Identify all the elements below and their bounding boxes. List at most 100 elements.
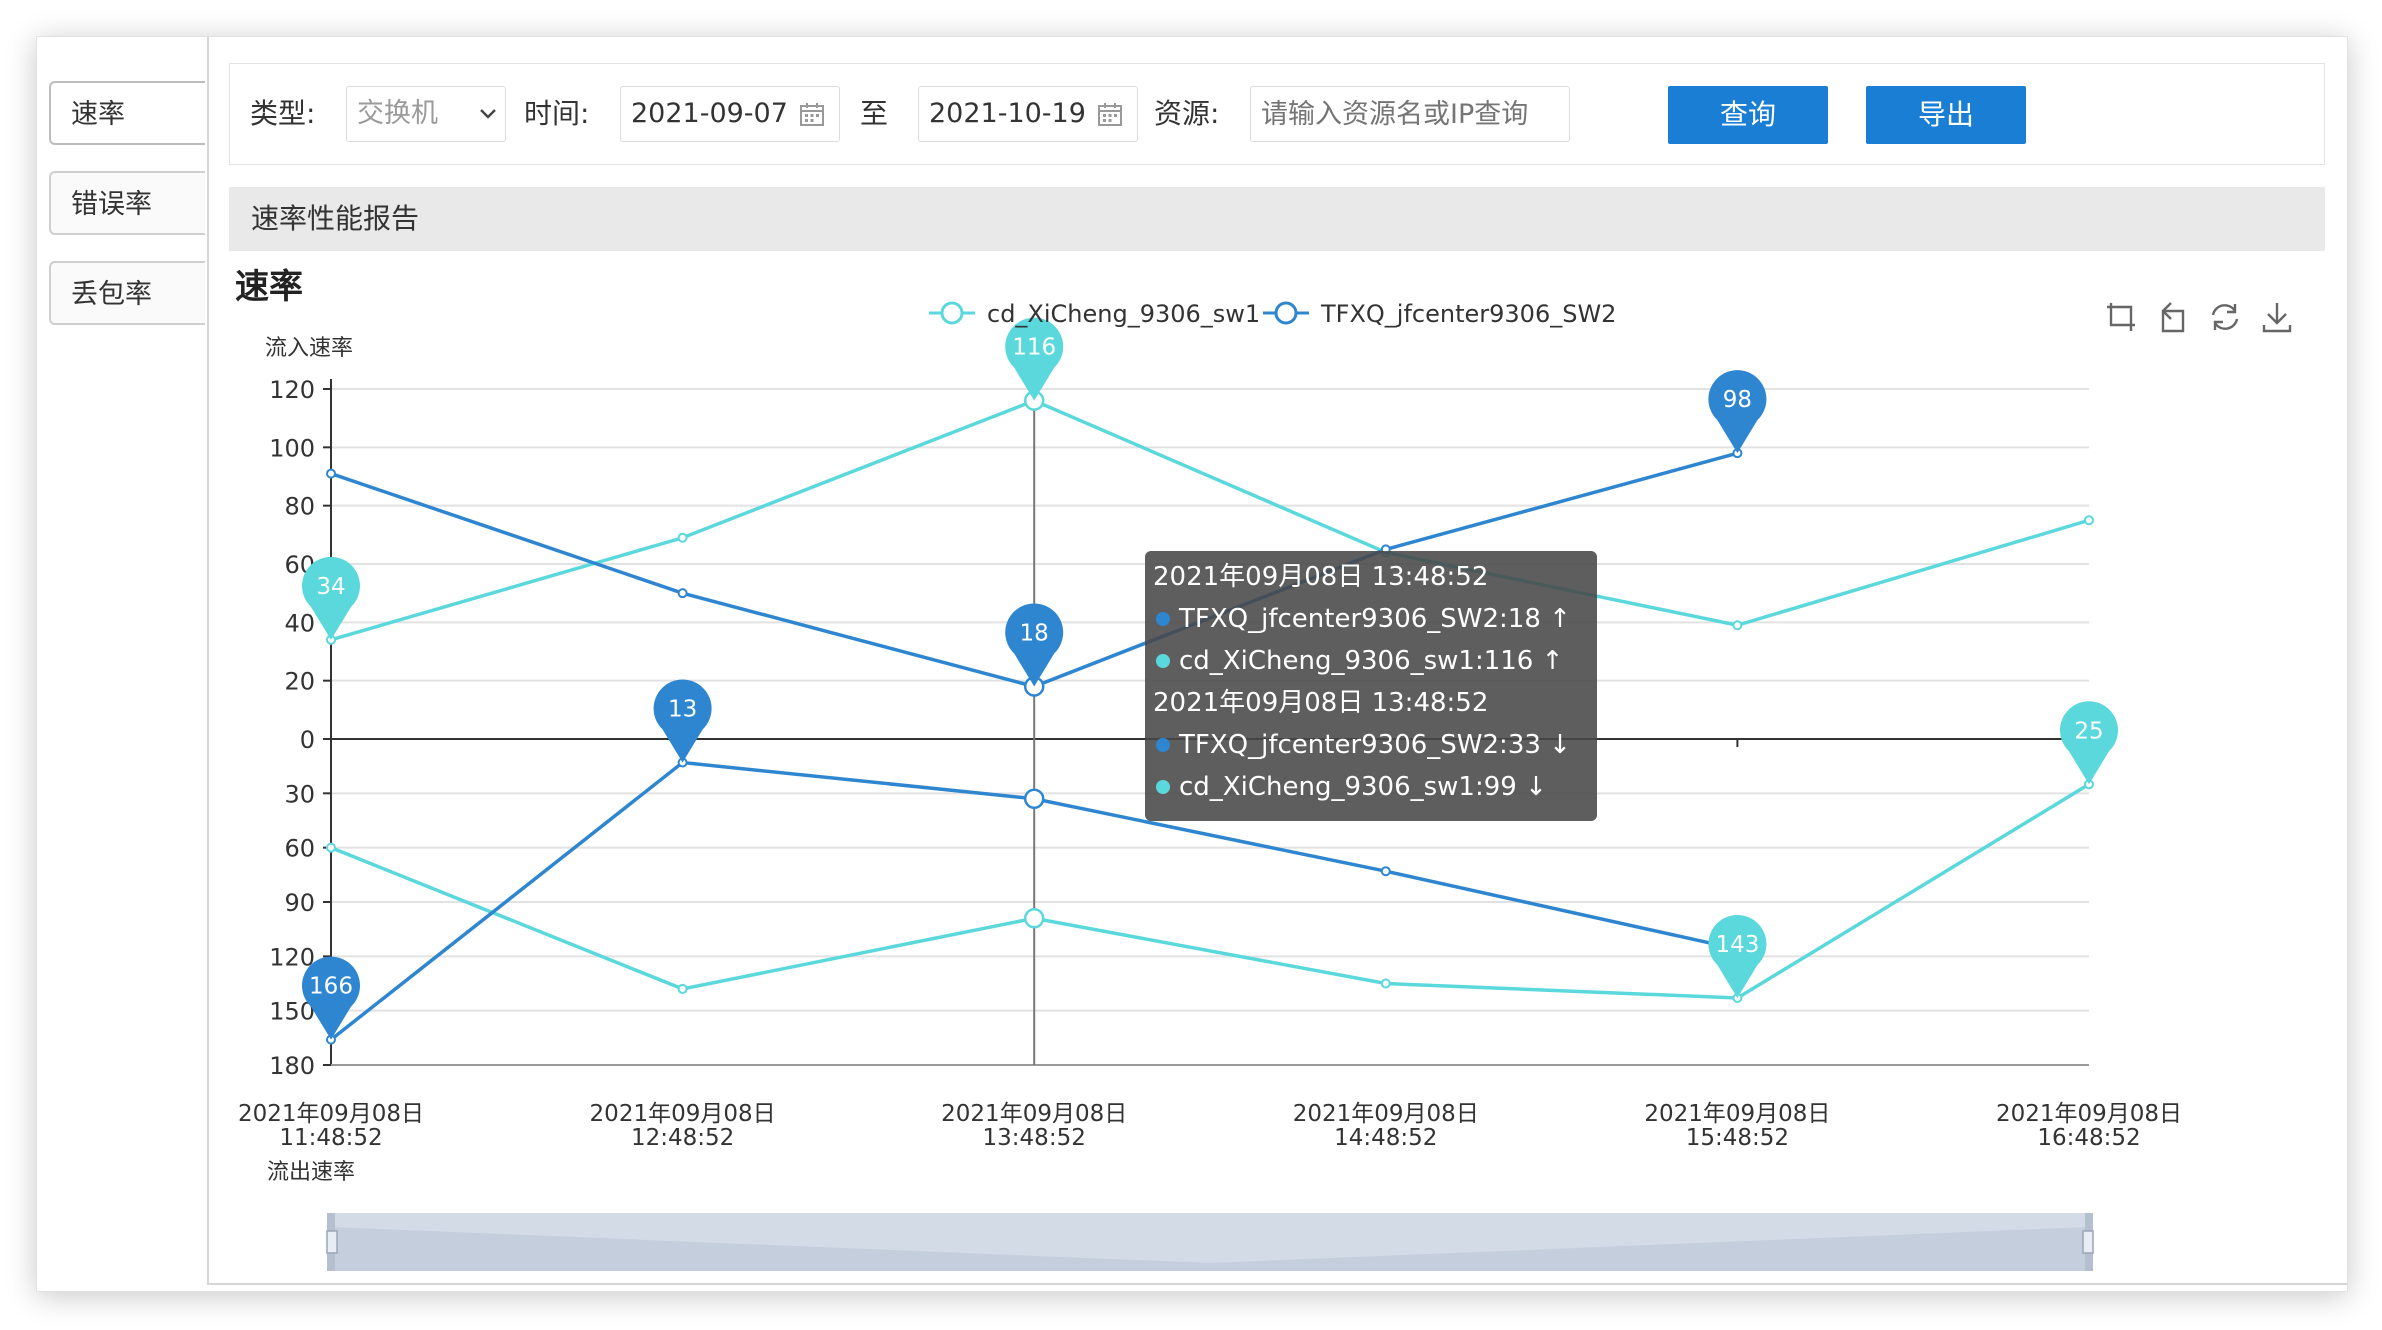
time-label: 时间: <box>524 97 590 130</box>
tab-error-rate[interactable]: 错误率 <box>49 171 205 235</box>
x-tick-label: 12:48:52 <box>631 1125 734 1151</box>
marker-pin-label: 13 <box>668 697 697 723</box>
icon-path <box>2161 302 2185 333</box>
data-zoom-slider <box>326 1213 2094 1271</box>
y-tick-label-inflow: 40 <box>284 609 315 637</box>
resource-label: 资源: <box>1154 97 1220 130</box>
zoom-select-icon[interactable] <box>2107 303 2135 331</box>
restore-icon[interactable] <box>2211 304 2239 330</box>
date-to-value: 2021-10-19 <box>929 98 1086 129</box>
marker-pin-label: 166 <box>309 974 353 1000</box>
data-point <box>677 983 688 994</box>
zoom-reset-icon[interactable] <box>2161 302 2185 333</box>
y-tick-label-outflow: 60 <box>284 835 315 863</box>
marker-pin: 25 <box>2060 701 2118 785</box>
zoom-handle-grip <box>2082 1230 2094 1254</box>
date-to-field[interactable]: 2021-10-19 <box>918 86 1138 142</box>
x-tick-label: 11:48:52 <box>279 1125 382 1151</box>
marker-pin-label: 116 <box>1012 335 1056 361</box>
y-tick-label-inflow: 80 <box>284 493 315 521</box>
legend-marker <box>1274 301 1298 325</box>
data-point <box>1380 978 1391 989</box>
rate-chart: 020406080100120306090120150180流入速率流出速率20… <box>238 300 2292 1271</box>
data-point <box>1732 620 1743 631</box>
x-tick-label: 2021年09月08日 <box>1996 1101 2182 1127</box>
content-panel: 类型: 交换机 时间: 2021-09-07 至 2021-10-19 资源: … <box>207 37 2347 1285</box>
x-tick-label: 2021年09月08日 <box>238 1101 424 1127</box>
y-tick-label-outflow: 90 <box>284 889 315 917</box>
y-tick-label-outflow: 180 <box>269 1052 315 1080</box>
icon-path <box>2107 303 2135 331</box>
y-tick-label-inflow: 20 <box>284 668 315 696</box>
inflow-axis-label: 流入速率 <box>265 336 353 361</box>
x-tick-label: 14:48:52 <box>1334 1125 1437 1151</box>
marker-pin-label: 34 <box>316 574 345 600</box>
data-point <box>326 842 336 853</box>
marker-pin: 98 <box>1708 370 1767 454</box>
x-tick-label: 2021年09月08日 <box>1644 1101 1830 1127</box>
marker-pin-label: 25 <box>2074 718 2103 744</box>
type-select[interactable]: 交换机 <box>346 86 506 142</box>
data-point <box>1380 866 1391 877</box>
tab-packet-loss[interactable]: 丢包率 <box>49 261 205 325</box>
marker-pin: 13 <box>653 679 712 763</box>
icon-path <box>2211 304 2239 330</box>
data-point <box>326 468 336 479</box>
x-tick-label: 2021年09月08日 <box>590 1101 776 1127</box>
save-image-icon[interactable] <box>2262 303 2292 333</box>
marker-pin: 18 <box>1005 603 1064 687</box>
export-button[interactable]: 导出 <box>1866 86 2026 144</box>
report-header: 速率性能报告 <box>229 187 2325 251</box>
tooltip-item: TFXQ_jfcenter9306_SW2:33 ↓ <box>1178 730 1571 760</box>
y-tick-label-outflow: 120 <box>269 943 315 971</box>
chevron-down-icon <box>480 109 496 119</box>
data-point <box>1023 908 1045 929</box>
tooltip-series-dot <box>1156 612 1170 626</box>
tooltip: 2021年09月08日 13:48:52 TFXQ_jfcenter9306_SW… <box>1145 551 1597 821</box>
y-tick-label-inflow: 0 <box>300 726 315 754</box>
icon-path <box>2262 303 2292 333</box>
resource-search-input[interactable] <box>1250 86 1570 142</box>
tooltip-series-dot <box>1156 780 1170 794</box>
legend-label: TFXQ_jfcenter9306_SW2 <box>1320 300 1616 328</box>
tooltip-series-dot <box>1156 738 1170 752</box>
marker-pin-label: 143 <box>1715 932 1759 958</box>
data-point <box>677 532 688 543</box>
y-tick-label-inflow: 100 <box>269 434 315 462</box>
x-tick-label: 2021年09月08日 <box>941 1101 1127 1127</box>
tooltip-item: cd_XiCheng_9306_sw1:116 ↑ <box>1179 646 1563 676</box>
to-label: 至 <box>860 97 889 130</box>
legend-marker <box>940 301 964 325</box>
x-tick-label: 16:48:52 <box>2037 1125 2140 1151</box>
outflow-axis-label: 流出速率 <box>267 1160 355 1185</box>
date-from-value: 2021-09-07 <box>631 98 788 129</box>
x-tick-label: 13:48:52 <box>983 1125 1086 1151</box>
calendar-icon[interactable] <box>1097 101 1123 127</box>
data-point <box>677 588 688 599</box>
tooltip-item: cd_XiCheng_9306_sw1:99 ↓ <box>1179 772 1547 802</box>
app-window: 速率 错误率 丢包率 类型: 交换机 时间: 2021-09-07 至 2021… <box>36 36 2348 1292</box>
x-tick-label: 15:48:52 <box>1686 1125 1789 1151</box>
zoom-handle-grip <box>326 1230 338 1254</box>
tab-rate[interactable]: 速率 <box>49 81 205 145</box>
tooltip-item: TFXQ_jfcenter9306_SW2:18 ↑ <box>1178 604 1571 634</box>
y-tick-label-outflow: 30 <box>284 780 315 808</box>
calendar-icon[interactable] <box>799 101 825 127</box>
type-label: 类型: <box>250 97 316 130</box>
tooltip-header: 2021年09月08日 13:48:52 <box>1153 688 1488 718</box>
y-tick-label-inflow: 120 <box>269 376 315 404</box>
data-point <box>2084 515 2094 526</box>
marker-pin-label: 98 <box>1723 387 1752 413</box>
query-button[interactable]: 查询 <box>1668 86 1828 144</box>
filter-bar: 类型: 交换机 时间: 2021-09-07 至 2021-10-19 资源: … <box>229 63 2325 165</box>
marker-pin: 166 <box>302 956 360 1040</box>
tooltip-series-dot <box>1156 654 1170 668</box>
data-point <box>1023 788 1045 810</box>
marker-pin-label: 18 <box>1020 621 1049 647</box>
tooltip-header: 2021年09月08日 13:48:52 <box>1153 562 1488 592</box>
type-select-value: 交换机 <box>357 98 438 129</box>
toolbox <box>2107 302 2292 333</box>
legend-label: cd_XiCheng_9306_sw1 <box>987 300 1260 328</box>
date-from-field[interactable]: 2021-09-07 <box>620 86 840 142</box>
x-tick-label: 2021年09月08日 <box>1293 1101 1479 1127</box>
